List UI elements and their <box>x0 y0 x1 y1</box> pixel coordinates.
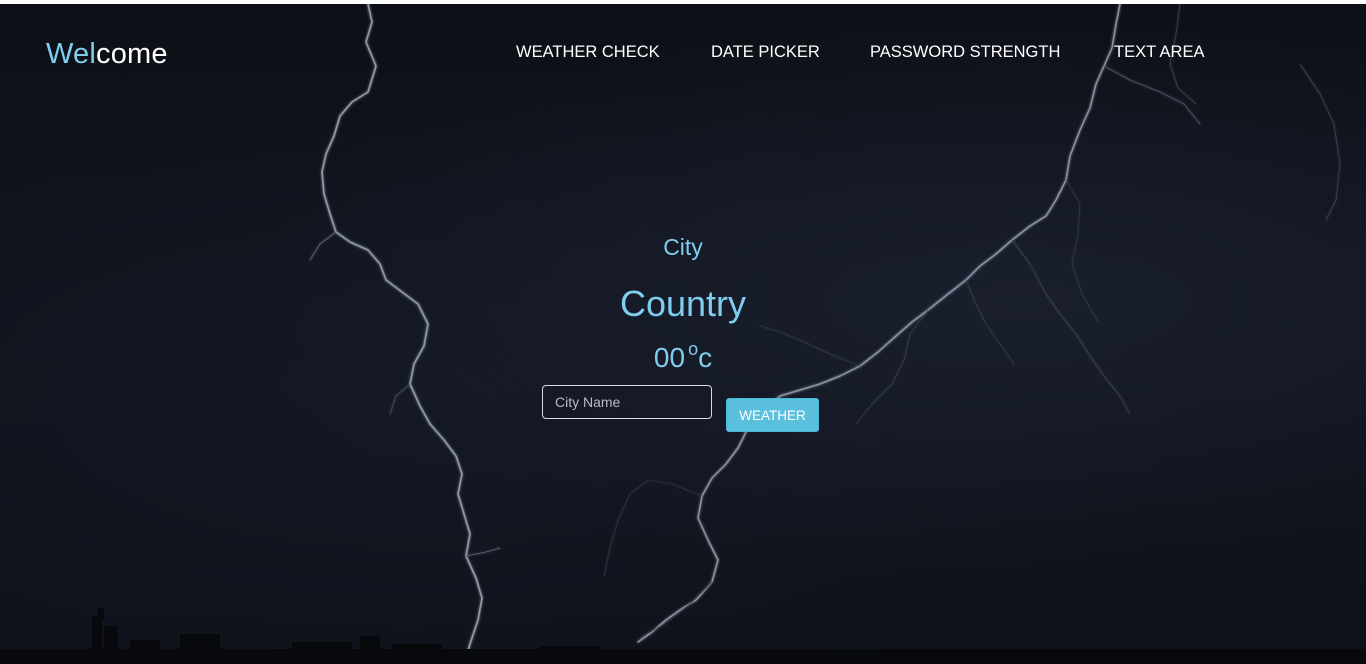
temperature-display: 00 oc <box>0 339 1366 379</box>
page-viewport: Welcome WEATHER CHECK DATE PICKER PASSWO… <box>0 4 1366 664</box>
nav-item-weather-check[interactable]: WEATHER CHECK <box>516 41 660 63</box>
city-name-input[interactable] <box>542 385 712 419</box>
lightning-background-image <box>0 4 1366 664</box>
city-skyline <box>0 608 1366 664</box>
lightning-bolt-left <box>321 4 483 664</box>
temperature-unit: c <box>698 342 713 373</box>
country-label: Country <box>619 283 747 324</box>
nav-item-password-strength[interactable]: PASSWORD STRENGTH <box>870 41 1060 63</box>
weather-button[interactable]: WEATHER <box>726 398 819 432</box>
nav-item-text-area[interactable]: TEXT AREA <box>1114 41 1204 63</box>
top-navigation: WEATHER CHECK DATE PICKER PASSWORD STREN… <box>0 41 1366 65</box>
city-label: City <box>663 234 703 260</box>
temperature-value: 00 <box>653 342 686 373</box>
nav-item-date-picker[interactable]: DATE PICKER <box>711 41 820 63</box>
degree-symbol: o <box>688 339 699 359</box>
